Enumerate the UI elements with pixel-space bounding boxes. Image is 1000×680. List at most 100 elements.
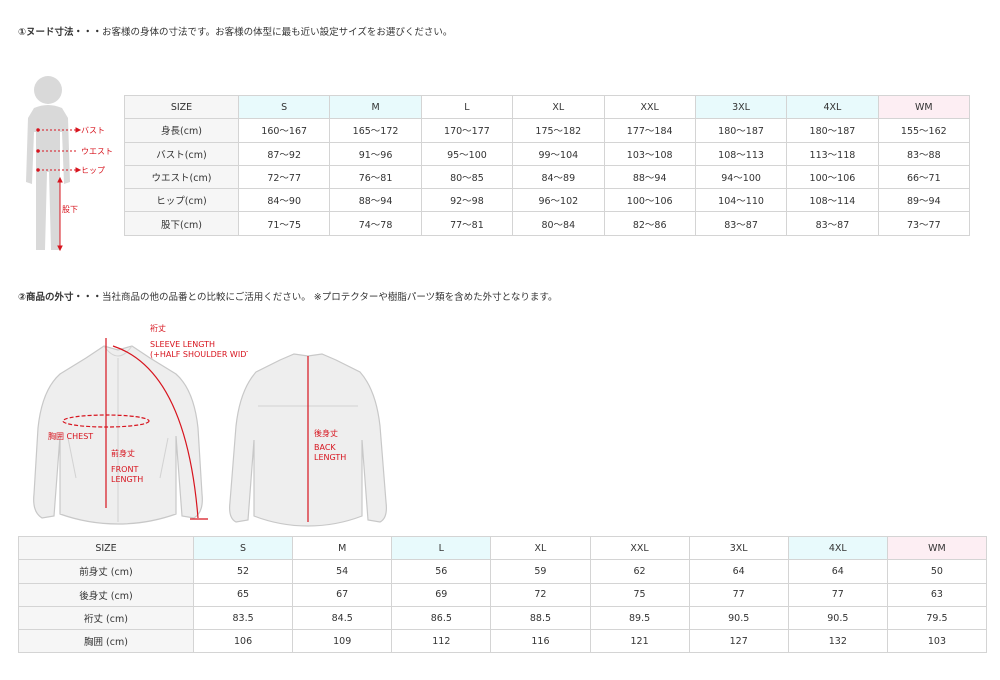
- table-cell: 75: [589, 582, 690, 607]
- table-cell: 83.5: [192, 605, 294, 631]
- table-cell: 89.5: [589, 605, 690, 631]
- table-cell: 99〜104: [512, 141, 605, 166]
- table-cell: 50: [886, 559, 988, 584]
- section1-heading-text: お客様の身体の寸法です。お客様の体型に最も近い設定サイズをお選びください。: [102, 27, 453, 38]
- table-cell: 82〜86: [603, 211, 696, 236]
- table-cell: 90.5: [787, 605, 888, 631]
- table-cell: 95〜100: [420, 141, 514, 166]
- size-header-cell: 4XL: [787, 535, 888, 561]
- nude-size-header-row: SIZE S M L XL XXL 3XL 4XL WM: [124, 94, 971, 120]
- table-cell: 69: [391, 582, 492, 607]
- row-label-cell: ウエスト(cm): [124, 164, 239, 190]
- table-cell: 109: [292, 629, 393, 654]
- table-cell: 77〜81: [420, 211, 514, 236]
- row-label-cell: ヒップ(cm): [124, 188, 239, 213]
- table-cell: 56: [391, 559, 492, 584]
- back-length-label-en1: BACK: [314, 443, 336, 452]
- table-cell: 66〜71: [877, 164, 971, 190]
- table-cell: 87〜92: [237, 141, 331, 166]
- table-cell: 62: [589, 559, 690, 584]
- table-cell: 64: [787, 559, 888, 584]
- table-cell: 79.5: [886, 605, 988, 631]
- row-label-cell: 胸囲 (cm): [18, 629, 194, 654]
- table-cell: 175〜182: [512, 118, 605, 143]
- table-cell: 88.5: [490, 605, 591, 631]
- table-cell: 73〜77: [877, 211, 971, 236]
- product-size-table: SIZE S M L XL XXL 3XL 4XL WM 前身丈 (cm) 52 54 56 59 62 6…: [18, 535, 988, 654]
- table-cell: 80〜84: [512, 211, 605, 236]
- table-cell: 76〜81: [329, 164, 422, 190]
- size-header-cell: S: [237, 94, 331, 120]
- size-header-cell: 3XL: [688, 535, 789, 561]
- table-cell: 103: [886, 629, 988, 654]
- table-cell: 103〜108: [603, 141, 696, 166]
- section2-size-corner-cell: SIZE: [18, 535, 194, 561]
- table-cell: 116: [490, 629, 591, 654]
- table-cell: 83〜87: [694, 211, 788, 236]
- table-cell: 112: [391, 629, 492, 654]
- table-cell: 100〜106: [786, 164, 879, 190]
- table-cell: 165〜172: [329, 118, 422, 143]
- table-cell: 108〜113: [694, 141, 788, 166]
- table-cell: 91〜96: [329, 141, 422, 166]
- waist-label: ウエスト: [81, 147, 113, 156]
- table-cell: 177〜184: [603, 118, 696, 143]
- row-label-cell: 前身丈 (cm): [18, 559, 194, 584]
- size-header-cell: L: [391, 535, 492, 561]
- table-cell: 77: [688, 582, 789, 607]
- table-row: 身長(cm) 160〜167 165〜172 170〜177 175〜182 177〜18…: [124, 118, 971, 143]
- table-cell: 59: [490, 559, 591, 584]
- table-row: 裄丈 (cm) 83.5 84.5 86.5 88.5 89.5 90.5 90.5 79.5: [18, 605, 988, 631]
- section2-heading: ②商品の外寸・・・当社商品の他の品番との比較にご活用ください。 ※プロテクターや…: [18, 289, 557, 303]
- table-row: 胸囲 (cm) 106 109 112 116 121 127 132 103: [18, 629, 988, 654]
- table-cell: 88〜94: [603, 164, 696, 190]
- table-cell: 54: [292, 559, 393, 584]
- table-cell: 127: [688, 629, 789, 654]
- table-cell: 180〜187: [786, 118, 879, 143]
- table-cell: 113〜118: [786, 141, 879, 166]
- table-cell: 92〜98: [420, 188, 514, 213]
- table-cell: 83〜88: [877, 141, 971, 166]
- table-cell: 84〜89: [512, 164, 605, 190]
- table-cell: 74〜78: [329, 211, 422, 236]
- table-cell: 71〜75: [237, 211, 331, 236]
- front-length-label-en2: LENGTH: [111, 475, 143, 484]
- table-cell: 89〜94: [877, 188, 971, 213]
- size-header-cell: WM: [877, 94, 971, 120]
- section2-heading-text: 当社商品の他の品番との比較にご活用ください。 ※プロテクターや樹脂パーツ類を含め…: [102, 292, 558, 303]
- body-silhouette-figure: バスト ウエスト ヒップ 股下: [26, 76, 113, 252]
- table-row: バスト(cm) 87〜92 91〜96 95〜100 99〜104 103〜108 108〜…: [124, 141, 971, 166]
- section1-heading: ①ヌード寸法・・・お客様の身体の寸法です。お客様の体型に最も近い設定サイズをお選…: [18, 24, 452, 38]
- table-row: 股下(cm) 71〜75 74〜78 77〜81 80〜84 82〜86 83〜87 83〜8…: [124, 211, 971, 236]
- table-cell: 155〜162: [877, 118, 971, 143]
- table-cell: 160〜167: [237, 118, 331, 143]
- size-header-cell: WM: [886, 535, 988, 561]
- inseam-label: 股下: [62, 205, 78, 214]
- jacket-back-figure: 後身丈 BACK LENGTH: [229, 353, 387, 527]
- size-header-cell: L: [420, 94, 514, 120]
- table-cell: 72〜77: [237, 164, 331, 190]
- table-cell: 88〜94: [329, 188, 422, 213]
- row-label-cell: 後身丈 (cm): [18, 582, 194, 607]
- sleeve-label-jp: 裄丈: [150, 323, 166, 333]
- table-cell: 65: [192, 582, 294, 607]
- table-cell: 94〜100: [694, 164, 788, 190]
- bust-label: バスト: [81, 126, 105, 135]
- table-row: ウエスト(cm) 72〜77 76〜81 80〜85 84〜89 88〜94 94〜100 1…: [124, 164, 971, 190]
- size-header-cell: XXL: [589, 535, 690, 561]
- table-cell: 67: [292, 582, 393, 607]
- table-cell: 121: [589, 629, 690, 654]
- row-label-cell: 股下(cm): [124, 211, 239, 236]
- row-label-cell: バスト(cm): [124, 141, 239, 166]
- front-length-label-en1: FRONT: [111, 465, 138, 474]
- size-header-cell: XXL: [603, 94, 696, 120]
- table-cell: 132: [787, 629, 888, 654]
- table-cell: 63: [886, 582, 988, 607]
- size-header-cell: 3XL: [694, 94, 788, 120]
- hip-label: ヒップ: [81, 166, 105, 175]
- table-cell: 104〜110: [694, 188, 788, 213]
- section2-heading-bold: ②商品の外寸・・・: [18, 292, 103, 303]
- table-cell: 100〜106: [603, 188, 696, 213]
- row-label-cell: 身長(cm): [124, 118, 239, 143]
- table-cell: 96〜102: [512, 188, 605, 213]
